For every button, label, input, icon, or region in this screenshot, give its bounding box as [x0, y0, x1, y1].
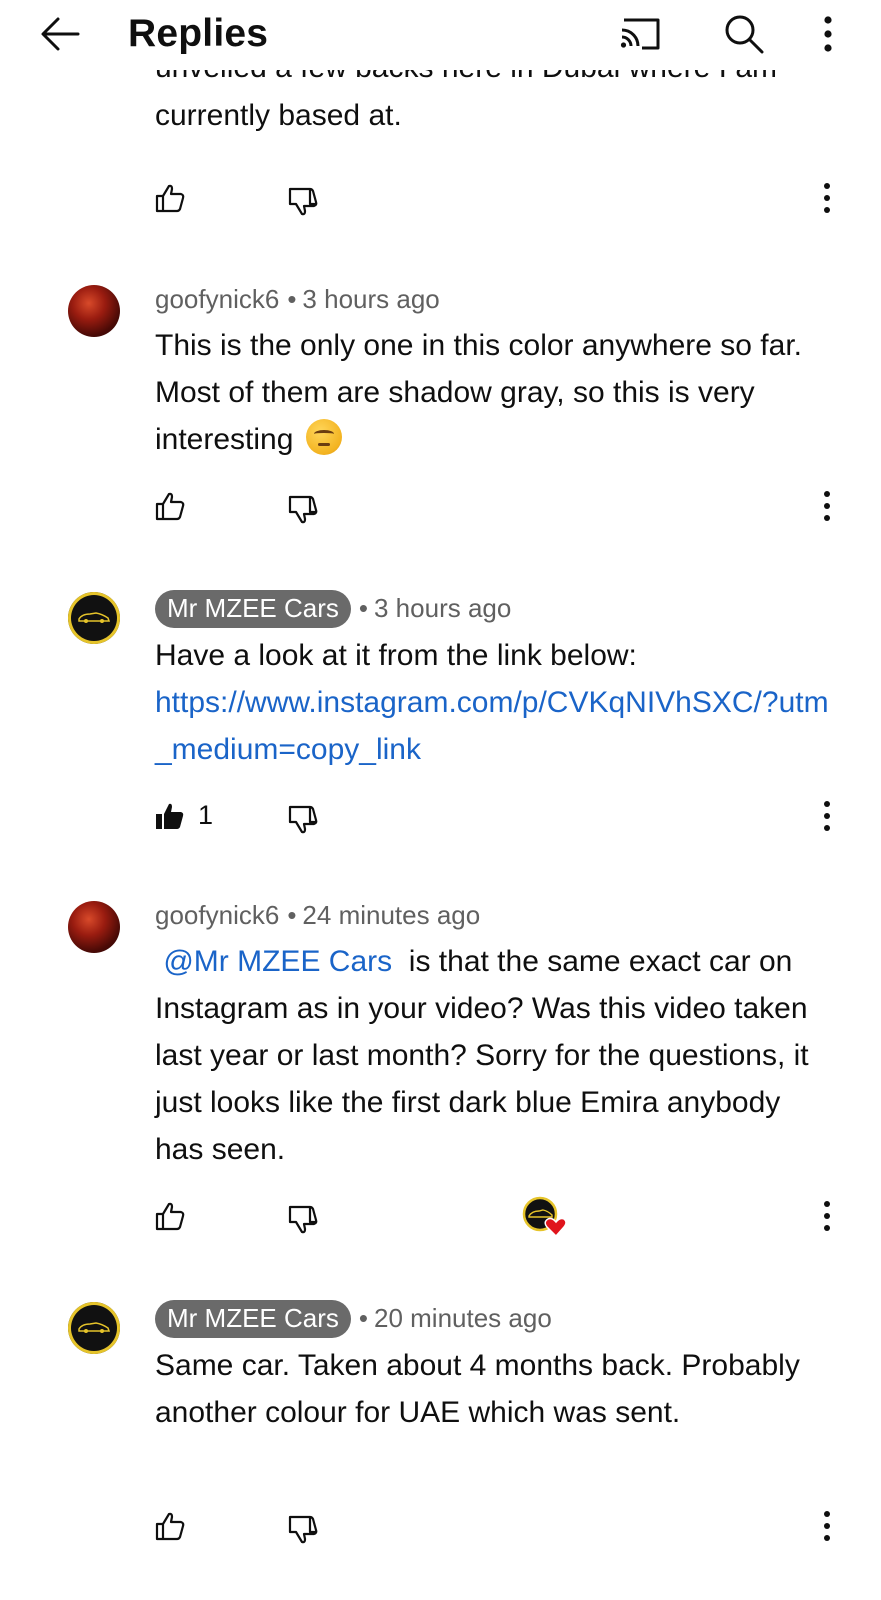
comment-meta: goofynick6 • 24 minutes ago — [155, 900, 480, 931]
comment-more-icon[interactable] — [818, 1196, 836, 1236]
thumbs-up-icon[interactable] — [154, 490, 186, 522]
comment-actions — [0, 178, 881, 222]
avatar[interactable] — [68, 901, 120, 953]
thumbs-down-icon[interactable] — [287, 1514, 319, 1546]
thinking-face-emoji-icon — [305, 419, 342, 455]
comment-body: Have a look at it from the link below: — [155, 639, 637, 672]
creator-heart-icon[interactable] — [522, 1196, 568, 1238]
thumbs-up-icon[interactable] — [154, 182, 186, 214]
comment-text: Have a look at it from the link below: h… — [155, 632, 835, 773]
creator-author-chip[interactable]: Mr MZEE Cars — [155, 1300, 351, 1338]
comment-time: 20 minutes ago — [374, 1303, 552, 1333]
comment-actions — [0, 1506, 881, 1550]
comment-author[interactable]: goofynick6 — [155, 284, 279, 314]
comment-text: unveiled a few backs here in Dubai where… — [155, 60, 855, 139]
avatar[interactable] — [68, 285, 120, 337]
top-app-bar: Replies — [0, 0, 881, 70]
comment-actions: 1 — [0, 796, 881, 840]
car-logo-icon — [78, 612, 110, 623]
comment-more-icon[interactable] — [818, 1506, 836, 1546]
comment-time: 24 minutes ago — [302, 900, 481, 930]
instagram-link[interactable]: https://www.instagram.com/p/CVKqNIVhSXC/… — [155, 679, 835, 773]
comment-more-icon[interactable] — [818, 796, 836, 836]
creator-author-chip[interactable]: Mr MZEE Cars — [155, 590, 351, 628]
avatar[interactable] — [68, 592, 120, 644]
comment-actions — [0, 1196, 881, 1240]
separator-dot: • — [287, 284, 297, 314]
comment-meta: goofynick6 • 3 hours ago — [155, 284, 440, 315]
comment-actions — [0, 486, 881, 530]
comment-body: Same car. Taken about 4 months back. Pro… — [155, 1349, 800, 1429]
thumbs-down-icon[interactable] — [287, 186, 319, 218]
search-icon[interactable] — [722, 12, 766, 56]
comment-text: Same car. Taken about 4 months back. Pro… — [155, 1342, 835, 1436]
comment-more-icon[interactable] — [818, 486, 836, 526]
comment-body: This is the only one in this color anywh… — [155, 329, 802, 456]
back-arrow-icon[interactable] — [38, 14, 82, 54]
cast-icon[interactable] — [616, 14, 664, 54]
mention-link[interactable]: @Mr MZEE Cars — [163, 945, 392, 978]
separator-dot: • — [287, 900, 297, 930]
comment-text-line: currently based at. — [155, 99, 402, 132]
thumbs-down-icon[interactable] — [287, 1204, 319, 1236]
comment-time: 3 hours ago — [302, 284, 440, 314]
comment-meta: Mr MZEE Cars • 20 minutes ago — [155, 1300, 552, 1338]
car-logo-icon — [78, 1322, 110, 1333]
comment-text: This is the only one in this color anywh… — [155, 322, 835, 463]
separator-dot: • — [358, 1303, 368, 1333]
thumbs-up-filled-icon[interactable] — [154, 800, 186, 832]
comment-body: is that the same exact car on Instagram … — [155, 945, 809, 1166]
thumbs-down-icon[interactable] — [287, 494, 319, 526]
page-title: Replies — [128, 12, 269, 55]
thumbs-up-icon[interactable] — [154, 1200, 186, 1232]
like-count: 1 — [198, 800, 214, 830]
comment-time: 3 hours ago — [374, 593, 512, 623]
comment-author[interactable]: goofynick6 — [155, 900, 279, 930]
comment-text: @Mr MZEE Cars is that the same exact car… — [155, 938, 835, 1173]
thumbs-down-icon[interactable] — [287, 804, 319, 836]
comment-more-icon[interactable] — [818, 178, 836, 218]
thumbs-up-icon[interactable] — [154, 1510, 186, 1542]
comment-meta: Mr MZEE Cars • 3 hours ago — [155, 590, 511, 628]
more-options-icon[interactable] — [816, 12, 840, 56]
separator-dot: • — [358, 593, 368, 623]
avatar[interactable] — [68, 1302, 120, 1354]
